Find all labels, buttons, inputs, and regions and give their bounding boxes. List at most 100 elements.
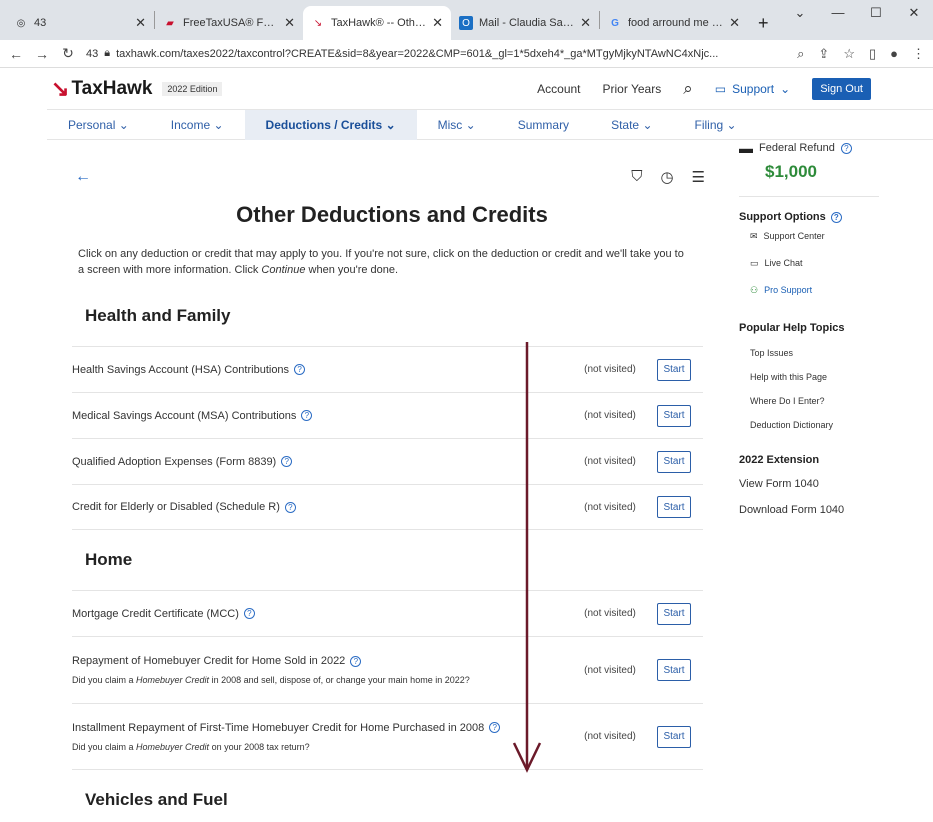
help-link[interactable]: Where Do I Enter? <box>739 382 929 406</box>
support-center-link[interactable]: ✉ Support Center <box>739 223 929 242</box>
outlook-icon: O <box>459 16 473 30</box>
close-tab-icon[interactable]: ✕ <box>432 15 443 31</box>
sign-out-button[interactable]: Sign Out <box>812 77 871 100</box>
help-icon[interactable]: ? <box>830 211 842 223</box>
list-item[interactable]: Repayment of Homebuyer Credit for Home S… <box>72 636 703 703</box>
help-icon[interactable]: ? <box>294 364 306 376</box>
close-window-icon[interactable]: ✕ <box>895 0 933 26</box>
support-options-title: Support Options? <box>739 211 929 223</box>
divider <box>739 196 879 197</box>
tab-5[interactable]: G food arround me - Go ✕ <box>600 6 748 40</box>
view-form-link[interactable]: View Form 1040 <box>739 466 929 490</box>
download-form-link[interactable]: Download Form 1040 <box>739 490 929 516</box>
pro-support-link[interactable]: ⚇ Pro Support <box>739 269 929 296</box>
back-arrow-icon[interactable]: ← <box>75 168 91 186</box>
help-icon[interactable]: ? <box>840 142 852 154</box>
chat-bubble-icon: ▭ <box>750 258 759 268</box>
globe-icon: ◎ <box>16 17 26 29</box>
reload-icon[interactable]: ↻ <box>60 45 76 62</box>
list-item[interactable]: Credit for Elderly or Disabled (Schedule… <box>72 484 703 530</box>
taxhawk-logo[interactable]: ↘ TaxHawk <box>51 76 152 102</box>
us-map-icon: ▬ <box>739 140 753 156</box>
close-tab-icon[interactable]: ✕ <box>135 15 146 31</box>
list-item[interactable]: Health Savings Account (HSA) Contributio… <box>72 346 703 392</box>
tab-3[interactable]: ↘ TaxHawk® -- Other D ✕ <box>303 6 451 40</box>
section-heading-health: Health and Family <box>85 306 231 325</box>
close-tab-icon[interactable]: ✕ <box>580 15 591 31</box>
support-menu[interactable]: ▭ Support ⌄ <box>715 82 790 96</box>
list-item[interactable]: Medical Savings Account (MSA) Contributi… <box>72 392 703 438</box>
chat-bubble-icon: ▭ <box>714 81 727 96</box>
help-icon[interactable]: ? <box>489 722 501 734</box>
tab-2[interactable]: ▰ FreeTaxUSA® FREE Ta ✕ <box>155 6 303 40</box>
help-icon[interactable]: ? <box>284 501 296 513</box>
help-icon[interactable]: ? <box>350 655 362 667</box>
list-item[interactable]: Installment Repayment of First-Time Home… <box>72 703 703 770</box>
refund-amount: $1,000 <box>765 162 817 181</box>
list-item[interactable]: Mortgage Credit Certificate (MCC)? (not … <box>72 590 703 636</box>
nav-state[interactable]: State ⌄ <box>590 110 673 140</box>
tab-search-icon[interactable]: ⌄ <box>781 0 819 26</box>
tab-1[interactable]: ◎ 43 ✕ <box>6 6 154 40</box>
share-icon[interactable]: ⇪ <box>818 46 829 62</box>
history-icon[interactable]: ◷ <box>660 168 673 186</box>
google-icon: G <box>611 17 619 29</box>
bookmark-star-icon[interactable]: ☆ <box>843 46 855 62</box>
back-icon[interactable]: ← <box>8 46 24 62</box>
prior-years-link[interactable]: Prior Years <box>603 82 662 96</box>
person-icon: ⚇ <box>750 285 759 295</box>
help-icon[interactable]: ? <box>281 456 293 468</box>
start-button[interactable]: Start <box>657 602 691 625</box>
window-controls: ⌄ — ☐ ✕ <box>781 0 933 26</box>
menu-icon[interactable]: ⋮ <box>912 46 925 62</box>
start-button[interactable]: Start <box>657 450 691 473</box>
intro-text: Click on any deduction or credit that ma… <box>78 248 684 276</box>
mail-icon: ✉ <box>750 231 758 241</box>
close-tab-icon[interactable]: ✕ <box>284 15 295 31</box>
url-text: taxhawk.com/taxes2022/taxcontrol?CREATE&… <box>116 47 719 60</box>
start-button[interactable]: Start <box>657 725 691 748</box>
start-button[interactable]: Start <box>657 496 691 518</box>
sidebar: ▬ Federal Refund ? $1,000 Support Option… <box>739 140 929 516</box>
nav-misc[interactable]: Misc ⌄ <box>417 110 497 140</box>
nav-deductions-credits[interactable]: Deductions / Credits ⌄ <box>244 109 417 140</box>
taxhawk-page: ↘ TaxHawk 2022 Edition Account Prior Yea… <box>47 68 933 822</box>
search-icon[interactable]: ⌕ <box>683 79 693 99</box>
side-panel-icon[interactable]: ▯ <box>869 46 876 62</box>
live-chat-link[interactable]: ▭ Live Chat <box>739 242 929 269</box>
help-link[interactable]: Deduction Dictionary <box>739 406 929 430</box>
edition-badge: 2022 Edition <box>162 81 223 96</box>
refund-label: ▬ Federal Refund ? <box>739 140 929 156</box>
close-tab-icon[interactable]: ✕ <box>729 15 740 31</box>
url-field[interactable]: 43 🔒︎ taxhawk.com/taxes2022/taxcontrol?C… <box>86 43 787 65</box>
list-item[interactable]: Qualified Adoption Expenses (Form 8839)?… <box>72 438 703 484</box>
profile-icon[interactable]: ● <box>890 46 898 62</box>
start-button[interactable]: Start <box>657 358 691 381</box>
list-icon[interactable]: ☰ <box>692 168 705 186</box>
bookmark-icon[interactable]: ⛉ <box>631 168 642 186</box>
nav-summary[interactable]: Summary <box>497 110 590 140</box>
start-button[interactable]: Start <box>657 404 691 427</box>
help-link[interactable]: Top Issues <box>739 334 929 358</box>
new-tab-button[interactable]: + <box>748 6 779 40</box>
section-heading-home: Home <box>85 550 133 569</box>
help-icon[interactable]: ? <box>243 608 255 620</box>
nav-filing[interactable]: Filing ⌄ <box>674 110 758 140</box>
site-header: ↘ TaxHawk 2022 Edition Account Prior Yea… <box>47 68 933 110</box>
maximize-icon[interactable]: ☐ <box>857 0 895 26</box>
account-link[interactable]: Account <box>537 82 580 96</box>
nav-income[interactable]: Income ⌄ <box>150 110 245 140</box>
tab-4[interactable]: O Mail - Claudia Sane - ✕ <box>451 6 599 40</box>
chevron-down-icon: ⌄ <box>118 117 129 132</box>
chevron-down-icon: ⌄ <box>780 81 791 96</box>
health-family-list: Health Savings Account (HSA) Contributio… <box>72 346 703 530</box>
help-link[interactable]: Help with this Page <box>739 358 929 382</box>
page-title: Other Deductions and Credits <box>236 202 548 227</box>
help-icon[interactable]: ? <box>301 410 313 422</box>
minimize-icon[interactable]: — <box>819 0 857 26</box>
zoom-icon[interactable]: ⌕ <box>797 46 804 62</box>
start-button[interactable]: Start <box>657 659 691 681</box>
forward-icon[interactable]: → <box>34 46 50 62</box>
address-bar-icons: ⌕ ⇪ ☆ ▯ ● ⋮ <box>797 46 925 62</box>
nav-personal[interactable]: Personal ⌄ <box>47 110 150 140</box>
